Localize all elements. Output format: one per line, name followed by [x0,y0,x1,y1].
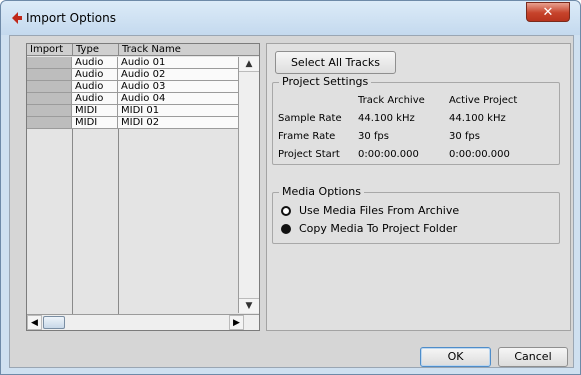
horizontal-scrollbar[interactable]: ◀ ▶ [27,314,259,330]
track-name-cell: Audio 02 [118,69,238,80]
table-row[interactable]: Audio Audio 03 [27,81,238,93]
track-name-cell: Audio 03 [118,81,238,92]
copy-media-to-project-radio[interactable] [281,224,291,234]
use-media-from-archive-radio[interactable] [281,206,291,216]
column-header-import[interactable]: Import [27,44,72,56]
use-media-from-archive-label[interactable]: Use Media Files From Archive [299,204,459,217]
column-divider [72,129,73,314]
project-settings-group: Project Settings Track Archive Active Pr… [272,75,560,165]
dialog-body: Import Type Track Name Audio Audio 01 Au… [9,35,574,368]
table-row[interactable]: MIDI MIDI 02 [27,117,238,129]
track-name-cell: Audio 01 [118,57,238,68]
close-icon: ✕ [542,4,554,20]
table-row[interactable]: Audio Audio 01 [27,57,238,69]
table-rows: Audio Audio 01 Audio Audio 02 Audio Audi… [27,57,238,129]
import-cell[interactable] [27,117,72,128]
copy-media-to-project-label[interactable]: Copy Media To Project Folder [299,222,457,235]
project-start-project: 0:00:00.000 [449,149,510,160]
app-logo-icon [12,12,22,24]
project-settings-title: Project Settings [279,75,372,88]
type-cell: Audio [72,69,118,80]
column-header-type[interactable]: Type [72,44,118,56]
vertical-scrollbar[interactable]: ▲ ▼ [238,57,259,313]
type-cell: Audio [72,57,118,68]
table-row[interactable]: MIDI MIDI 01 [27,105,238,117]
import-options-window: Import Options ✕ Import Type Track Name … [0,0,581,375]
scroll-thumb[interactable] [43,316,65,329]
track-name-cell: MIDI 01 [118,105,238,116]
import-cell[interactable] [27,69,72,80]
scroll-up-icon[interactable]: ▲ [239,57,259,72]
ok-button[interactable]: OK [420,347,491,367]
track-table: Import Type Track Name Audio Audio 01 Au… [26,43,260,331]
type-cell: MIDI [72,105,118,116]
sample-rate-project: 44.100 kHz [449,113,506,124]
table-row[interactable]: Audio Audio 04 [27,93,238,105]
project-start-archive: 0:00:00.000 [358,149,419,160]
media-options-group: Media Options Use Media Files From Archi… [272,185,560,244]
active-project-header: Active Project [449,95,518,106]
window-title: Import Options [26,11,116,25]
settings-panel: Select All Tracks Project Settings Track… [266,43,571,331]
import-cell[interactable] [27,81,72,92]
frame-rate-project: 30 fps [449,131,480,142]
title-bar[interactable]: Import Options ✕ [1,1,580,35]
column-header-track-name[interactable]: Track Name [118,44,238,56]
table-row[interactable]: Audio Audio 02 [27,69,238,81]
track-archive-header: Track Archive [358,95,425,106]
select-all-tracks-button[interactable]: Select All Tracks [275,51,396,74]
import-cell[interactable] [27,105,72,116]
frame-rate-archive: 30 fps [358,131,389,142]
track-name-cell: Audio 04 [118,93,238,104]
cancel-button[interactable]: Cancel [498,347,568,367]
import-cell[interactable] [27,57,72,68]
scroll-left-icon[interactable]: ◀ [27,315,42,330]
import-cell[interactable] [27,93,72,104]
table-header: Import Type Track Name [27,44,259,56]
track-name-cell: MIDI 02 [118,117,238,128]
type-cell: Audio [72,93,118,104]
scroll-right-icon[interactable]: ▶ [229,315,244,330]
close-button[interactable]: ✕ [526,2,570,22]
project-start-label: Project Start [278,149,340,160]
column-divider [118,129,119,314]
frame-rate-label: Frame Rate [278,131,336,142]
type-cell: Audio [72,81,118,92]
sample-rate-label: Sample Rate [278,113,342,124]
media-options-title: Media Options [279,185,364,198]
type-cell: MIDI [72,117,118,128]
scroll-down-icon[interactable]: ▼ [239,298,259,313]
sample-rate-archive: 44.100 kHz [358,113,415,124]
